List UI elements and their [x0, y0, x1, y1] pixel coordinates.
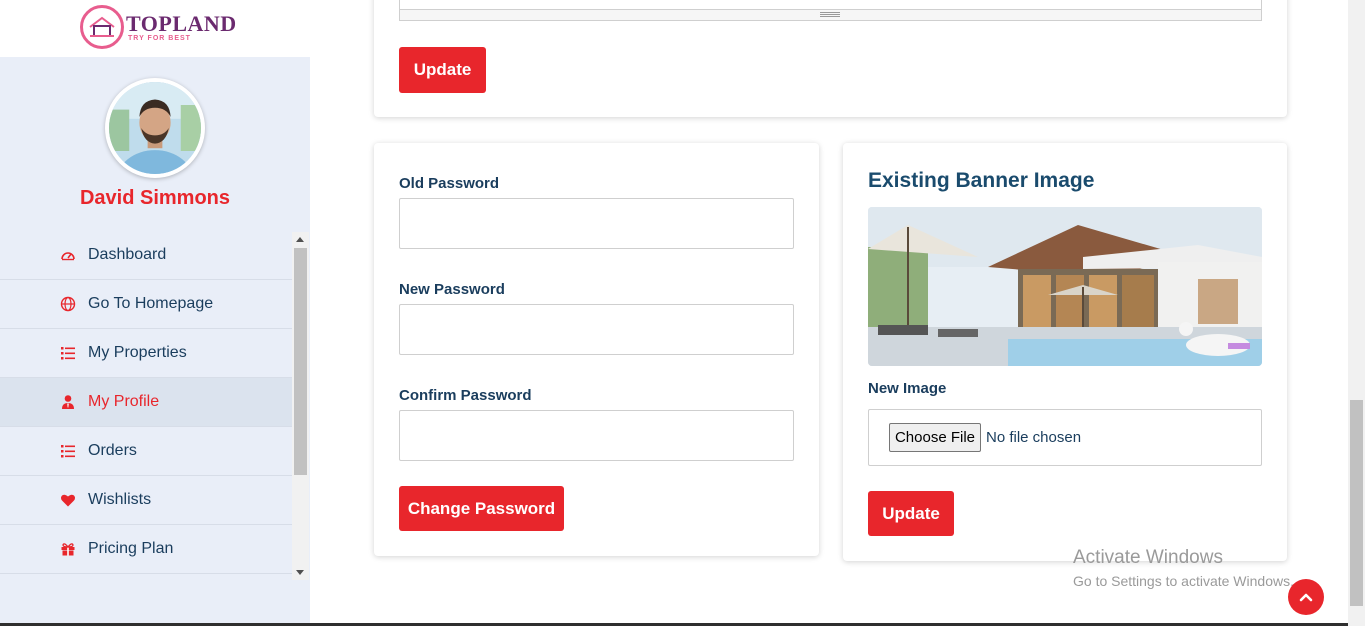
- user-name: David Simmons: [79, 187, 231, 209]
- sidebar-item-homepage[interactable]: Go To Homepage: [0, 280, 292, 329]
- logo-house-icon: [80, 5, 124, 49]
- chevron-up-icon: [1299, 593, 1313, 602]
- heart-icon: [59, 491, 77, 509]
- user-tie-icon: [59, 393, 77, 411]
- scroll-up-arrow-icon[interactable]: [296, 237, 304, 242]
- old-password-input[interactable]: [399, 198, 794, 249]
- gift-icon: [59, 540, 77, 558]
- dashboard-gauge-icon: [59, 246, 77, 264]
- back-to-top-button[interactable]: [1288, 579, 1324, 615]
- watermark-title: Activate Windows: [1073, 547, 1223, 568]
- change-password-card: Old Password New Password Confirm Passwo…: [374, 143, 819, 556]
- sidebar-item-pricing-plan[interactable]: Pricing Plan: [0, 525, 292, 574]
- new-password-input[interactable]: [399, 304, 794, 355]
- sidebar-scrollbar[interactable]: [292, 232, 309, 580]
- description-textarea[interactable]: [399, 0, 1262, 21]
- brand-logo[interactable]: TOPLAND TRY FOR BEST: [80, 5, 237, 49]
- scrollbar-thumb[interactable]: [294, 248, 307, 475]
- existing-banner-image: [868, 207, 1262, 366]
- textarea-statusbar: [400, 9, 1261, 20]
- change-password-button[interactable]: Change Password: [399, 486, 564, 531]
- new-password-label: New Password: [399, 281, 505, 298]
- sidebar-item-dashboard[interactable]: Dashboard: [0, 231, 292, 280]
- new-image-label: New Image: [868, 380, 947, 397]
- sidebar-item-label: Dashboard: [88, 246, 167, 263]
- update-profile-button[interactable]: Update: [399, 47, 486, 93]
- banner-card-title: Existing Banner Image: [868, 169, 1095, 192]
- list-icon: [59, 344, 77, 362]
- brand-tagline: TRY FOR BEST: [128, 34, 191, 42]
- sidebar-item-my-profile[interactable]: My Profile: [0, 378, 292, 427]
- windows-activation-watermark: Activate Windows Go to Settings to activ…: [1073, 547, 1294, 590]
- sidebar-item-label: Pricing Plan: [88, 540, 174, 557]
- page-scrollbar-thumb[interactable]: [1350, 400, 1363, 606]
- sidebar: TOPLAND TRY FOR BEST David Simmons Dashb…: [0, 0, 310, 626]
- resize-grip-icon[interactable]: [820, 12, 840, 17]
- sidebar-menu: Dashboard Go To Homepage My Properties M…: [0, 231, 292, 581]
- avatar: [105, 78, 205, 178]
- sidebar-item-my-properties[interactable]: My Properties: [0, 329, 292, 378]
- sidebar-item-label: Wishlists: [88, 491, 152, 508]
- update-banner-button[interactable]: Update: [868, 491, 954, 536]
- sidebar-item-wishlists[interactable]: Wishlists: [0, 476, 292, 525]
- scroll-down-arrow-icon[interactable]: [296, 570, 304, 575]
- file-status-text: No file chosen: [986, 429, 1082, 446]
- banner-file-input[interactable]: Choose File No file chosen: [868, 409, 1262, 466]
- globe-icon: [59, 295, 77, 313]
- sidebar-item-label: Orders: [88, 442, 137, 459]
- sidebar-item-orders[interactable]: Orders: [0, 427, 292, 476]
- sidebar-item-label: My Properties: [88, 344, 187, 361]
- profile-details-card: Update: [374, 0, 1287, 117]
- choose-file-button[interactable]: Choose File: [889, 423, 981, 452]
- logo-bar: TOPLAND TRY FOR BEST: [0, 0, 310, 57]
- sidebar-item-label: Go To Homepage: [88, 295, 214, 312]
- old-password-label: Old Password: [399, 175, 500, 192]
- confirm-password-label: Confirm Password: [399, 387, 532, 404]
- list-icon: [59, 442, 77, 460]
- banner-image-card: Existing Banner Image New Image Choose F…: [843, 143, 1287, 561]
- confirm-password-input[interactable]: [399, 410, 794, 461]
- brand-name: TOPLAND: [126, 10, 237, 36]
- page-scrollbar[interactable]: [1348, 0, 1365, 626]
- watermark-subtitle: Go to Settings to activate Windows.: [1073, 572, 1294, 589]
- sidebar-item-label: My Profile: [88, 393, 160, 410]
